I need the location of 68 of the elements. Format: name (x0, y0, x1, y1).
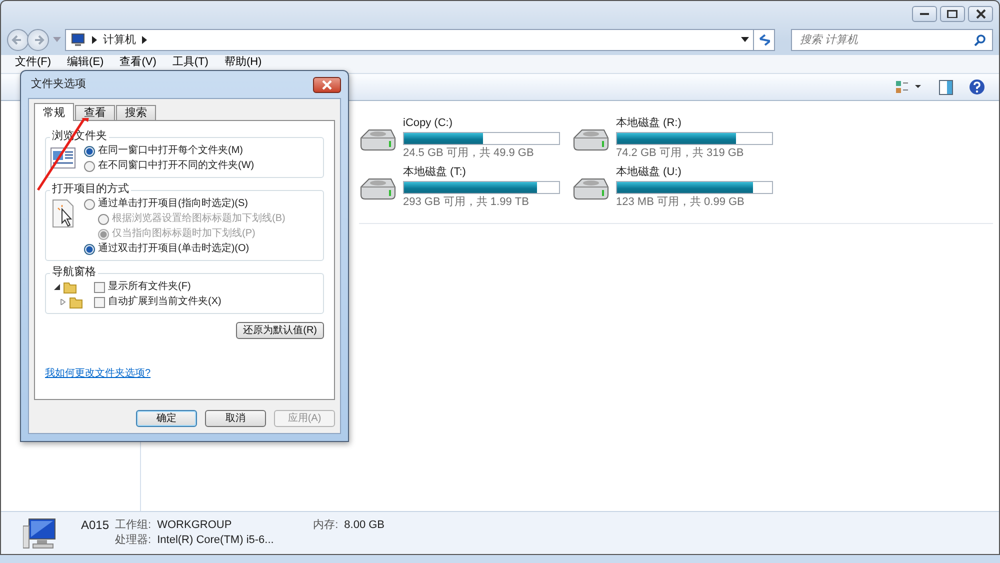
radio-label: 在同一窗口中打开每个文件夹(M) (84, 144, 254, 158)
chevron-icon (92, 36, 97, 44)
drive-name: 本地磁盘 (R:) (616, 117, 682, 130)
drive-space: 293 GB 可用，共 1.99 TB (403, 196, 530, 209)
search-icon[interactable] (974, 34, 986, 46)
search-field[interactable]: 搜索 计算机 (791, 29, 993, 51)
radio-label: 通过单击打开项目(指向时选定)(S) (84, 197, 286, 211)
status-label: 内存: (313, 518, 338, 533)
pointer-cursor-icon (50, 199, 76, 229)
radio-button[interactable] (84, 146, 95, 156)
close-icon (976, 9, 986, 19)
dropdown-icon[interactable] (741, 37, 749, 43)
status-value: 8.00 GB (344, 518, 385, 533)
folder-icon (69, 296, 83, 308)
preview-pane-icon[interactable] (939, 80, 953, 94)
checkbox-label: 显示所有文件夹(F) (108, 280, 191, 294)
radio-button[interactable] (84, 198, 95, 210)
menu-item[interactable]: 编辑(E) (67, 56, 104, 73)
radio-label: 在不同窗口中打开不同的文件夹(W) (84, 159, 254, 173)
view-options-icon[interactable] (895, 80, 923, 94)
help-link[interactable]: 我如何更改文件夹选项? (45, 368, 151, 379)
group-label: 打开项目的方式 (50, 182, 131, 196)
tab[interactable]: 搜索 (116, 105, 156, 120)
close-button[interactable] (313, 76, 341, 92)
dialog-title: 文件夹选项 (31, 76, 86, 92)
refresh-icon (758, 33, 770, 47)
status-value: Intel(R) Core(TM) i5-6... (157, 533, 275, 548)
collapsed-arrow-icon[interactable] (60, 299, 66, 305)
breadcrumb-item[interactable]: 计算机 (103, 32, 136, 48)
status-value: WORKGROUP (157, 518, 233, 533)
computer-icon (70, 33, 86, 47)
close-icon (321, 80, 333, 90)
checkbox[interactable] (94, 296, 105, 308)
computer-name: A015 (81, 518, 110, 533)
menu-item[interactable]: 查看(V) (120, 56, 156, 73)
minimize-button[interactable] (912, 6, 937, 22)
tab[interactable]: 常规 (34, 103, 74, 121)
checkbox-label: 自动扩展到当前文件夹(X) (108, 295, 222, 309)
minimize-icon (920, 13, 929, 15)
drive-name: 本地磁盘 (T:) (403, 166, 467, 179)
drive-space: 24.5 GB 可用，共 49.9 GB (403, 147, 535, 160)
menu-item[interactable]: 帮助(H) (224, 56, 262, 73)
drive-space: 123 MB 可用，共 0.99 GB (616, 196, 746, 209)
expanded-arrow-icon[interactable] (54, 284, 60, 290)
tab[interactable]: 查看 (75, 105, 115, 120)
radio-label: 通过双击打开项目(单击时选定)(O) (84, 242, 286, 256)
dialog-button[interactable]: 确定 (136, 410, 197, 427)
close-button[interactable] (968, 6, 993, 22)
radio-button[interactable] (84, 160, 95, 172)
menu-item[interactable]: 文件(F) (15, 56, 52, 73)
refresh-button[interactable] (753, 29, 775, 51)
chevron-icon[interactable] (142, 36, 147, 44)
restore-defaults-button[interactable]: 还原为默认值(R) (236, 322, 324, 339)
radio-button[interactable] (84, 244, 95, 254)
drive-space: 74.2 GB 可用，共 319 GB (616, 147, 745, 160)
checkbox[interactable] (94, 282, 105, 292)
radio-label: 仅当指向图标标题时加下划线(P) (98, 227, 286, 241)
maximize-icon (947, 10, 958, 18)
maximize-button[interactable] (940, 6, 965, 22)
drive-name: iCopy (C:) (403, 117, 454, 130)
status-label: 工作组: (115, 518, 152, 533)
group-label: 导航窗格 (50, 265, 98, 279)
radio-label: 根据浏览器设置给图标标题加下划线(B) (98, 212, 286, 226)
menu-item[interactable]: 工具(T) (172, 56, 208, 73)
help-icon[interactable] (969, 79, 985, 95)
status-label: 处理器: (115, 533, 152, 548)
dialog-button[interactable]: 取消 (205, 410, 266, 427)
drive-name: 本地磁盘 (U:) (616, 166, 682, 179)
